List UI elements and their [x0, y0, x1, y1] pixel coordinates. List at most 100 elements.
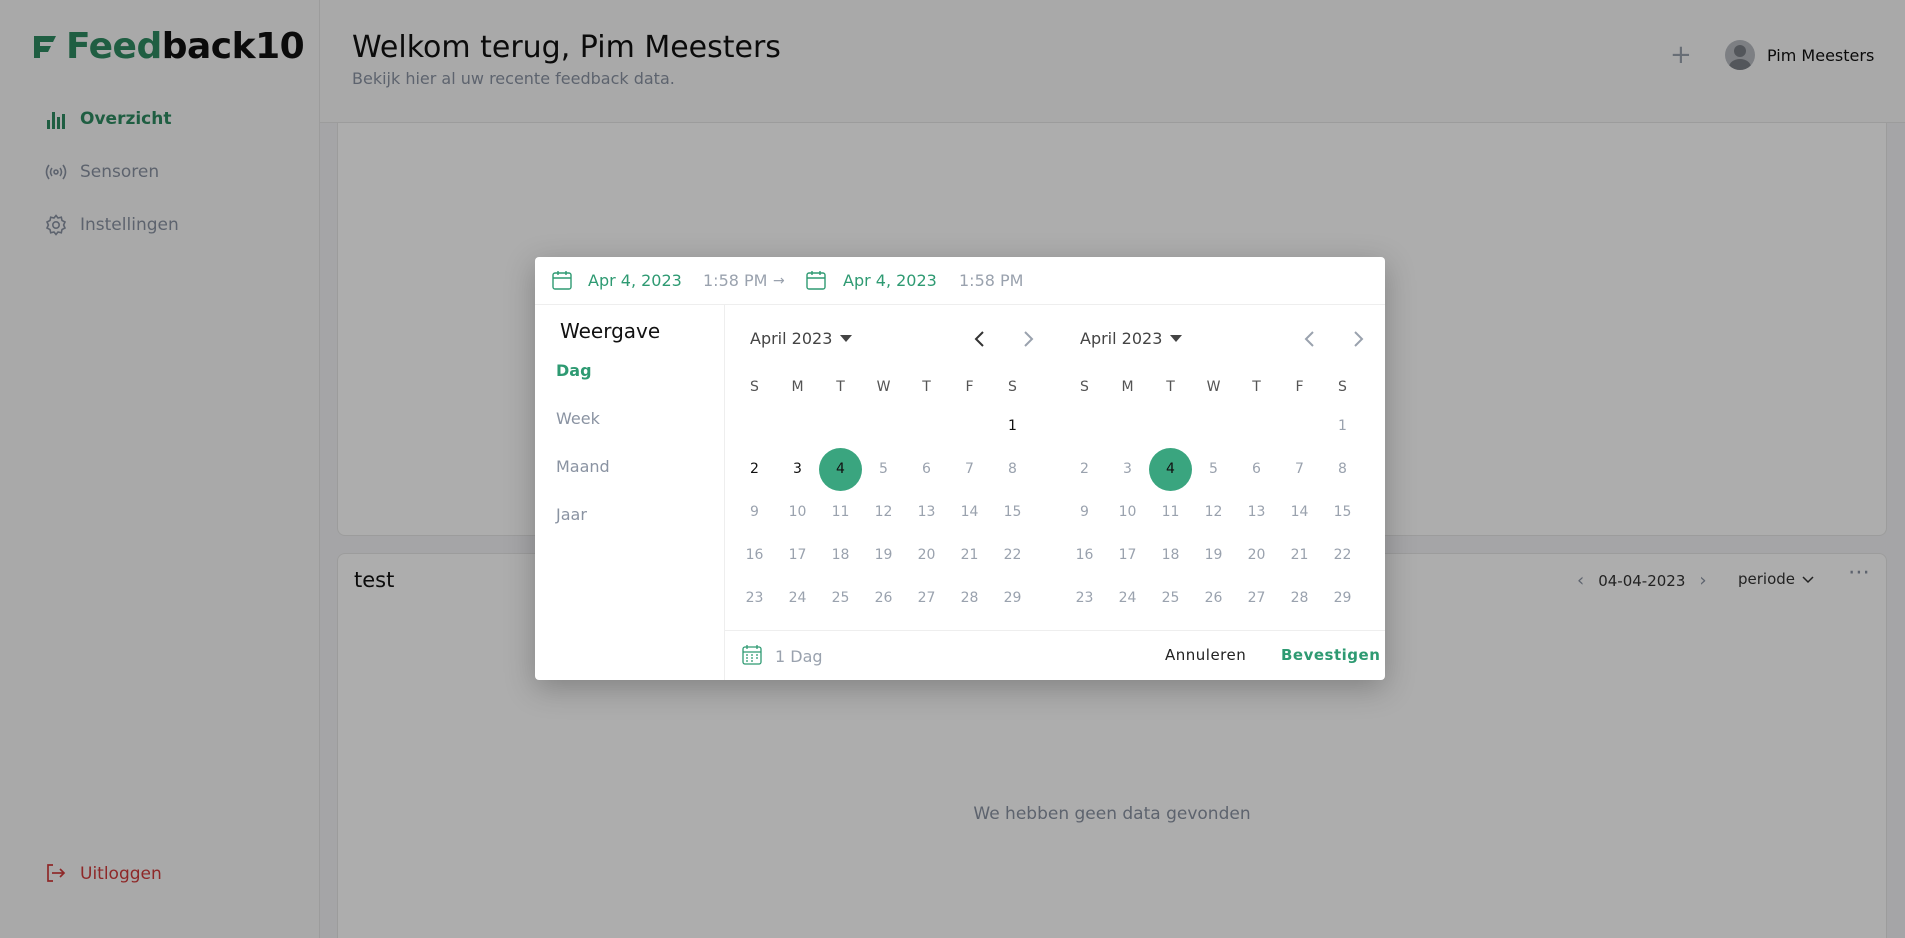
calendar-day[interactable]: 8: [991, 448, 1034, 491]
prev-month-button[interactable]: [968, 327, 992, 351]
calendar-day[interactable]: 11: [819, 491, 862, 534]
weekday-header: T: [1252, 379, 1261, 395]
calendar-day[interactable]: 3: [776, 448, 819, 491]
calendar-day[interactable]: 20: [1235, 534, 1278, 577]
calendar-day[interactable]: 10: [776, 491, 819, 534]
next-month-button[interactable]: [1016, 327, 1040, 351]
calendar-day[interactable]: 21: [1278, 534, 1321, 577]
start-time-field[interactable]: 1:58 PM: [703, 271, 767, 290]
calendar-day[interactable]: 7: [948, 448, 991, 491]
end-time-field[interactable]: 1:58 PM: [959, 271, 1023, 290]
calendar-day[interactable]: 22: [1321, 534, 1364, 577]
calendar-day[interactable]: 14: [1278, 491, 1321, 534]
calendar-day[interactable]: 2: [733, 448, 776, 491]
calendar-day[interactable]: 1: [1321, 405, 1364, 448]
month-select[interactable]: April 2023: [750, 329, 853, 348]
calendar-day[interactable]: 23: [733, 577, 776, 620]
calendar-day[interactable]: 9: [1063, 491, 1106, 534]
calendar-day[interactable]: 2: [1063, 448, 1106, 491]
calendar-day[interactable]: 28: [1278, 577, 1321, 620]
calendar-day[interactable]: 5: [1192, 448, 1235, 491]
calendar-day[interactable]: 26: [862, 577, 905, 620]
calendar-day[interactable]: 29: [991, 577, 1034, 620]
calendar-day[interactable]: 15: [991, 491, 1034, 534]
month-label: April 2023: [1080, 329, 1163, 348]
calendar-day[interactable]: 26: [1192, 577, 1235, 620]
calendar-day[interactable]: 6: [1235, 448, 1278, 491]
weekday-header: S: [1080, 379, 1089, 395]
calendar-day[interactable]: 28: [948, 577, 991, 620]
end-date-field[interactable]: Apr 4, 2023: [843, 271, 937, 290]
next-month-button[interactable]: [1346, 327, 1370, 351]
confirm-button[interactable]: Bevestigen: [1281, 646, 1380, 664]
picker-footer: 1 Dag Annuleren Bevestigen: [725, 630, 1385, 680]
view-option-maand[interactable]: Maand: [556, 457, 610, 476]
calendar-icon: [806, 271, 826, 290]
date-range-inputs: Apr 4, 2023 1:58 PM → Apr 4, 2023 1:58 P…: [535, 257, 1385, 305]
weekday-header: T: [836, 379, 845, 395]
prev-month-button[interactable]: [1298, 327, 1322, 351]
calendar-day[interactable]: 17: [1106, 534, 1149, 577]
calendar-day[interactable]: 13: [905, 491, 948, 534]
view-selector-title: Weergave: [560, 319, 661, 343]
calendar-day[interactable]: 14: [948, 491, 991, 534]
caret-down-icon: [1170, 335, 1183, 342]
cancel-button[interactable]: Annuleren: [1165, 646, 1246, 664]
calendar-day[interactable]: 11: [1149, 491, 1192, 534]
weekday-header: M: [791, 379, 804, 395]
calendar-left: April 2023 S M T W T F S 1 2 3 4 5 6 7 8 9 10 11 12 13 14 15 1…: [725, 305, 1055, 635]
weekday-header: W: [876, 379, 891, 395]
calendar-day[interactable]: 27: [905, 577, 948, 620]
month-label: April 2023: [750, 329, 833, 348]
calendar-day[interactable]: 10: [1106, 491, 1149, 534]
calendar-day[interactable]: 15: [1321, 491, 1364, 534]
calendar-day[interactable]: 25: [1149, 577, 1192, 620]
calendar-day[interactable]: 13: [1235, 491, 1278, 534]
weekday-header: T: [1166, 379, 1175, 395]
calendar-day[interactable]: 6: [905, 448, 948, 491]
weekday-header: W: [1206, 379, 1221, 395]
calendar-day[interactable]: 12: [1192, 491, 1235, 534]
calendar-day[interactable]: 12: [862, 491, 905, 534]
view-selector: Weergave Dag Week Maand Jaar: [535, 305, 725, 680]
weekday-header: T: [922, 379, 931, 395]
start-date-field[interactable]: Apr 4, 2023: [588, 271, 682, 290]
calendar-day[interactable]: 19: [1192, 534, 1235, 577]
calendar-day[interactable]: 19: [862, 534, 905, 577]
weekday-header: S: [1338, 379, 1347, 395]
calendar-day[interactable]: 25: [819, 577, 862, 620]
month-select[interactable]: April 2023: [1080, 329, 1183, 348]
selected-day[interactable]: 4: [1149, 448, 1192, 491]
calendar-day[interactable]: 24: [1106, 577, 1149, 620]
calendar-day[interactable]: 18: [819, 534, 862, 577]
calendar-day[interactable]: 8: [1321, 448, 1364, 491]
calendar-day[interactable]: 16: [733, 534, 776, 577]
calendar-day[interactable]: 16: [1063, 534, 1106, 577]
calendar-day[interactable]: 20: [905, 534, 948, 577]
view-option-dag[interactable]: Dag: [556, 361, 592, 380]
view-option-week[interactable]: Week: [556, 409, 600, 428]
weekday-header: F: [965, 379, 974, 395]
caret-down-icon: [840, 335, 853, 342]
calendar-day[interactable]: 5: [862, 448, 905, 491]
date-range-picker: Apr 4, 2023 1:58 PM → Apr 4, 2023 1:58 P…: [535, 257, 1385, 680]
calendar-day[interactable]: 23: [1063, 577, 1106, 620]
selected-day[interactable]: 4: [819, 448, 862, 491]
calendar-day[interactable]: 17: [776, 534, 819, 577]
calendar-day[interactable]: 27: [1235, 577, 1278, 620]
calendar-grid-icon: [742, 645, 762, 665]
view-option-jaar[interactable]: Jaar: [556, 505, 587, 524]
calendar-day[interactable]: 29: [1321, 577, 1364, 620]
calendar-day[interactable]: 21: [948, 534, 991, 577]
calendar-day[interactable]: 3: [1106, 448, 1149, 491]
calendar-day[interactable]: 18: [1149, 534, 1192, 577]
calendar-icon: [552, 271, 572, 290]
calendar-day[interactable]: 24: [776, 577, 819, 620]
range-arrow-icon: →: [773, 273, 785, 289]
weekday-header: S: [750, 379, 759, 395]
calendar-day[interactable]: 9: [733, 491, 776, 534]
calendar-day[interactable]: 7: [1278, 448, 1321, 491]
calendar-right: April 2023 S M T W T F S 1 2 3 4 5 6 7 8 9 10 11 12 13 14 15 1…: [1055, 305, 1385, 635]
calendar-day[interactable]: 22: [991, 534, 1034, 577]
calendar-day[interactable]: 1: [991, 405, 1034, 448]
